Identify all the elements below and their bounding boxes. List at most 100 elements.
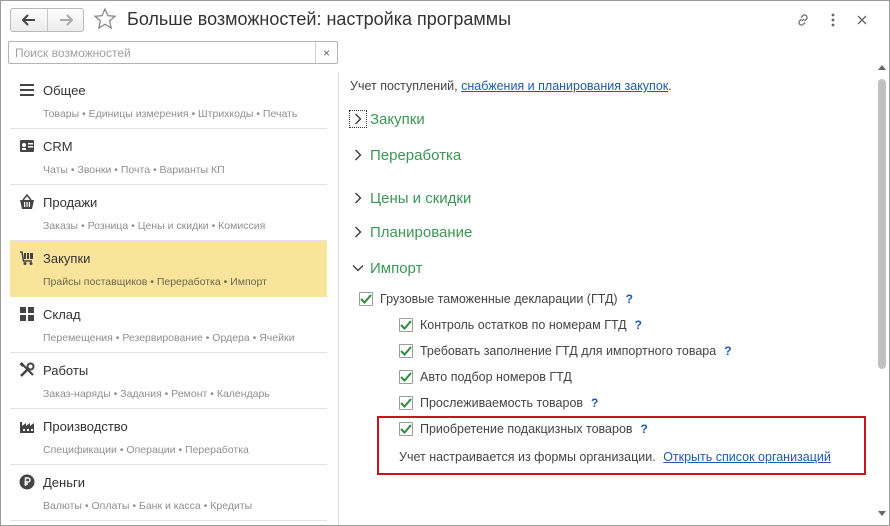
open-organizations-link[interactable]: Открыть список организаций [663,450,831,464]
basket-icon [20,194,34,209]
help-link[interactable]: ? [641,422,648,436]
tools-icon [19,362,35,377]
title-bar: Больше возможностей: настройка программы [1,1,889,39]
help-link[interactable]: ? [626,292,633,306]
cart-icon [20,251,33,265]
sidebar-item-subtitle: Заказ-наряды • Задания • Ремонт • Календ… [43,388,270,400]
excise-goods-checkbox[interactable] [399,422,413,436]
favorite-button[interactable] [93,7,117,31]
close-icon [857,15,867,25]
sidebar-item-subtitle: Чаты • Звонки • Почта • Варианты КП [43,164,225,176]
sidebar-item-label: Работы [43,363,89,378]
more-vertical-icon [831,13,835,27]
star-icon [93,7,117,30]
option-gtd-stock-control: Контроль остатков по номерам ГТД ? [399,315,642,335]
org-note: Учет настраивается из формы организации.… [399,450,831,464]
panel-divider [338,73,339,525]
sidebar-item-crm[interactable]: CRM Чаты • Звонки • Почта • Варианты КП [10,129,327,185]
option-auto-gtd: Авто подбор номеров ГТД [399,367,572,387]
ruble-icon [19,474,35,490]
require-gtd-checkbox[interactable] [399,344,413,358]
help-link[interactable]: ? [724,344,731,358]
option-label: Прослеживаемость товаров [420,396,584,410]
crm-card-icon [20,140,34,152]
sidebar-item-label: Деньги [43,475,85,490]
intro-link[interactable]: снабжения и планирования закупок [461,79,668,93]
section-label: Цены и скидки [370,189,472,207]
sidebar-item-label: Склад [43,307,81,322]
checkmark-icon [400,372,412,382]
sidebar-item-production[interactable]: Производство Спецификации • Операции • П… [10,409,327,465]
triangle-up-icon [878,64,886,70]
chevron-down-icon [350,260,366,276]
help-link[interactable]: ? [635,318,642,332]
sidebar-item-subtitle: Валюты • Оплаты • Банк и касса • Кредиты [43,500,253,512]
sidebar-item-purchases[interactable]: Закупки Прайсы поставщиков • Переработка… [10,241,327,297]
section-label: Закупки [370,110,425,128]
auto-gtd-checkbox[interactable] [399,370,413,384]
arrow-left-icon [22,14,35,26]
more-button[interactable] [823,10,843,30]
checkmark-icon [400,346,412,356]
sidebar-item-subtitle: Заказы • Розница • Цены и скидки • Комис… [43,220,266,232]
section-processing[interactable]: Переработка [350,143,461,167]
sidebar-item-label: CRM [43,139,73,154]
sidebar-item-warehouse[interactable]: Склад Перемещения • Резервирование • Орд… [10,297,327,353]
scrollbar[interactable] [876,59,888,525]
link-button[interactable] [793,10,813,30]
option-traceability: Прослеживаемость товаров ? [399,393,598,413]
sidebar-item-subtitle: Спецификации • Операции • Переработка [43,444,249,456]
section-purchases[interactable]: Закупки [349,107,425,131]
scroll-thumb[interactable] [878,79,886,369]
link-icon [798,14,808,26]
intro-text: Учет поступлений, снабжения и планирован… [350,79,672,93]
option-require-gtd: Требовать заполнение ГТД для импортного … [399,341,732,361]
sidebar-item-general[interactable]: Общее Товары • Единицы измерения • Штрих… [10,73,327,129]
option-label: Приобретение подакцизных товаров [420,422,633,436]
section-label: Планирование [370,223,473,241]
chevron-right-icon [350,147,366,163]
section-label: Переработка [370,146,462,164]
intro-prefix: Учет поступлений, [350,79,462,93]
checkmark-icon [360,294,372,304]
sidebar-item-subtitle: Товары • Единицы измерения • Штрихкоды •… [43,108,298,120]
chevron-right-icon [350,190,366,206]
search-input[interactable] [9,42,315,63]
sidebar-item-subtitle: Перемещения • Резервирование • Ордера • … [43,332,295,344]
option-excise-goods: Приобретение подакцизных товаров ? [399,419,648,439]
checkmark-icon [400,320,412,330]
section-prices-discounts[interactable]: Цены и скидки [350,186,471,210]
scroll-up-button[interactable] [876,61,888,73]
settings-window: Больше возможностей: настройка программы… [0,0,890,526]
sidebar-item-label: Производство [43,419,128,434]
sidebar: Общее Товары • Единицы измерения • Штрих… [8,73,331,525]
gtd-stock-control-checkbox[interactable] [399,318,413,332]
sidebar-item-works[interactable]: Работы Заказ-наряды • Задания • Ремонт •… [10,353,327,409]
sidebar-item-label: Общее [43,83,86,98]
option-label: Требовать заполнение ГТД для импортного … [420,344,717,358]
intro-suffix: . [668,79,672,93]
gtd-checkbox[interactable] [359,292,373,306]
close-button[interactable] [852,10,872,30]
forward-button[interactable] [47,9,83,31]
sidebar-item-label: Продажи [43,195,98,210]
traceability-checkbox[interactable] [399,396,413,410]
scroll-down-button[interactable] [876,507,888,519]
list-icon [20,84,34,96]
chevron-right-icon [349,110,367,128]
org-note-text: Учет настраивается из формы организации. [399,450,656,464]
back-button[interactable] [11,9,47,31]
section-label: Импорт [370,259,423,277]
section-planning[interactable]: Планирование [350,220,472,244]
search-clear-button[interactable]: × [315,42,337,63]
option-gtd: Грузовые таможенные декларации (ГТД) ? [359,289,633,309]
checkmark-icon [400,398,412,408]
option-label: Контроль остатков по номерам ГТД [420,318,627,332]
sidebar-item-subtitle: Прайсы поставщиков • Переработка • Импор… [43,276,267,288]
warehouse-icon [20,307,34,321]
sidebar-item-sales[interactable]: Продажи Заказы • Розница • Цены и скидки… [10,185,327,241]
help-link[interactable]: ? [591,396,598,410]
sidebar-item-money[interactable]: Деньги Валюты • Оплаты • Банк и касса • … [10,465,327,521]
chevron-right-icon [350,224,366,240]
section-import[interactable]: Импорт [350,256,422,280]
